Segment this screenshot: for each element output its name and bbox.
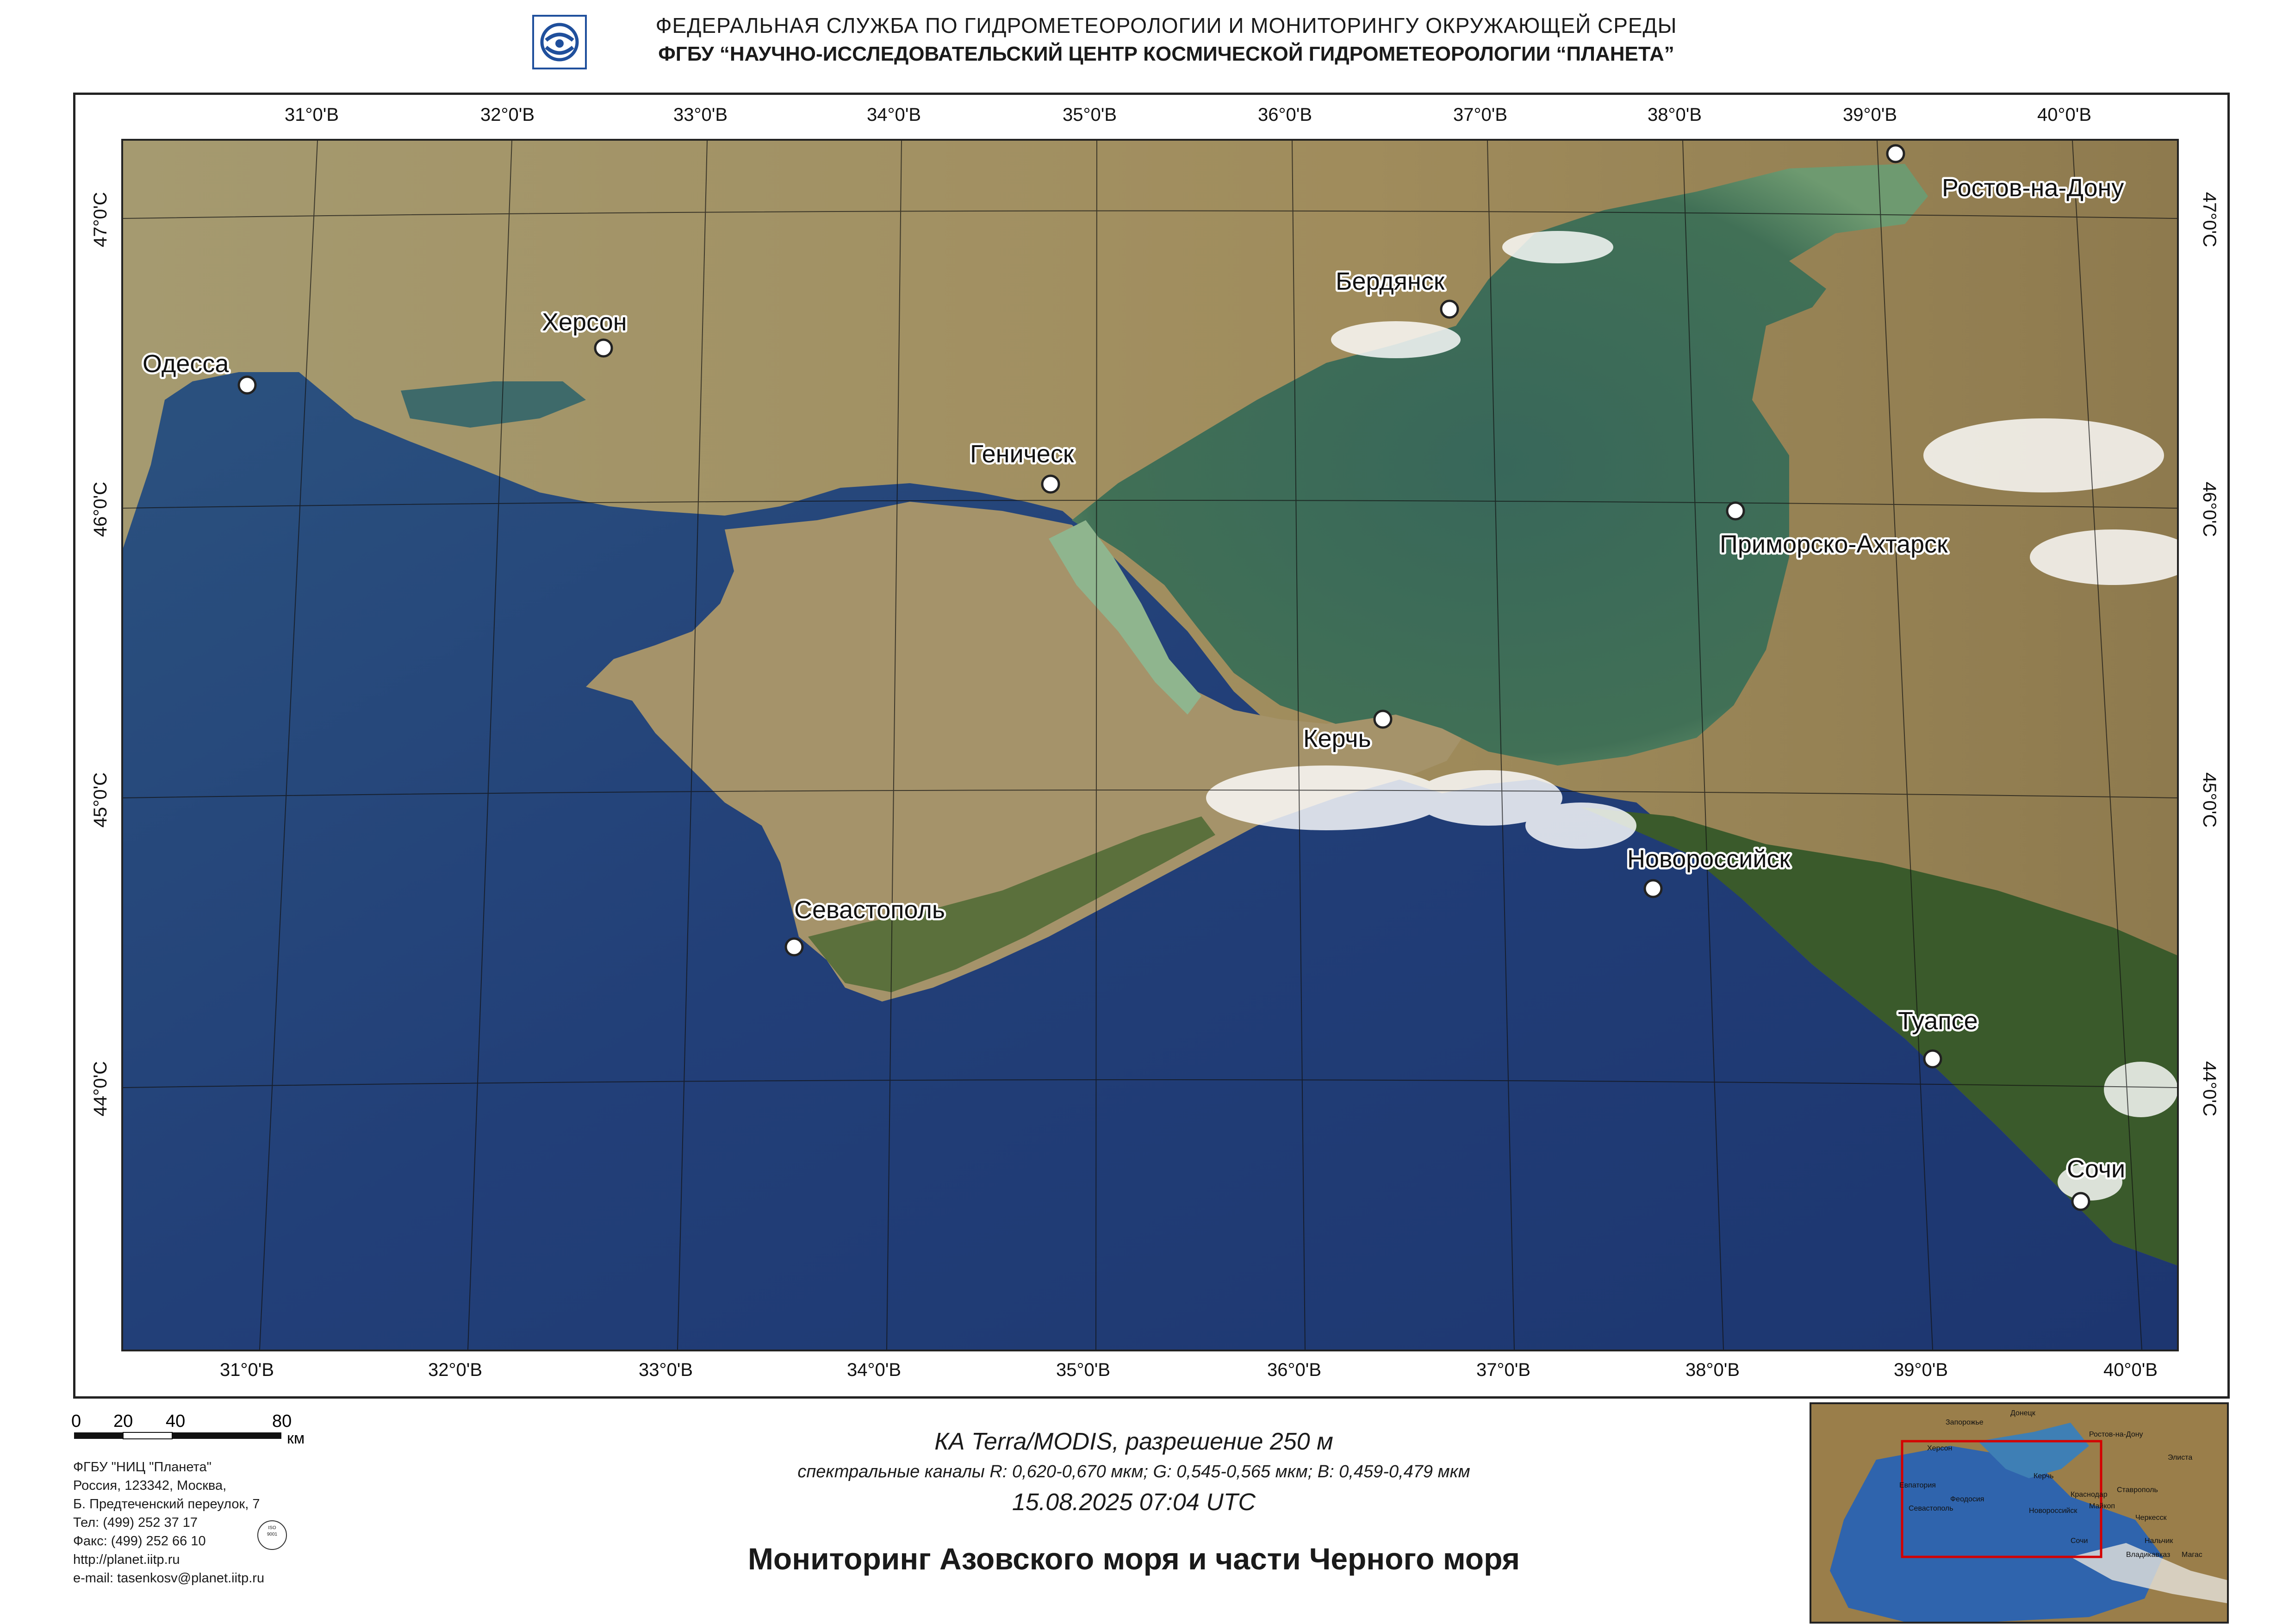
city-marker-sevastopol xyxy=(784,937,804,957)
scale-tick-40: 40 xyxy=(166,1412,185,1431)
address-line: Россия, 123342, Москва, xyxy=(73,1478,227,1493)
city-marker-tuapse xyxy=(1923,1049,1942,1069)
satellite-map-svg: Одесса Херсон Геническ Бердянск Ростов-н… xyxy=(123,141,2177,1350)
city-label-genichesk: Геническ xyxy=(970,440,1074,468)
city-marker-primorsko xyxy=(1726,501,1745,521)
lon-top-label: 32°0'В xyxy=(480,105,535,125)
lon-top-label: 34°0'В xyxy=(867,105,921,125)
header-agency: ФЕДЕРАЛЬНАЯ СЛУЖБА ПО ГИДРОМЕТЕОРОЛОГИИ … xyxy=(655,13,1677,37)
inset-label: Севастополь xyxy=(1909,1505,1953,1512)
inset-label: Элиста xyxy=(2168,1454,2192,1462)
city-marker-berdyansk xyxy=(1440,299,1459,319)
city-label-odessa: Одесса xyxy=(143,350,229,378)
inset-label: Майкоп xyxy=(2089,1502,2115,1510)
inset-label: Новороссийск xyxy=(2029,1507,2077,1515)
address-email[interactable]: e-mail: tasenkosv@planet.iitp.ru xyxy=(73,1569,264,1587)
address-fax: Факс: (499) 252 66 10 xyxy=(73,1534,206,1549)
lon-bottom-label: 34°0'В xyxy=(847,1360,902,1380)
acquisition-datetime: 15.08.2025 07:04 UTC xyxy=(1012,1489,1256,1516)
header: ФЕДЕРАЛЬНАЯ СЛУЖБА ПО ГИДРОМЕТЕОРОЛОГИИ … xyxy=(634,11,1698,68)
lon-top-label: 36°0'В xyxy=(1258,105,1312,125)
scale-tick-0: 0 xyxy=(71,1412,81,1431)
organization-address: ФГБУ "НИЦ "Планета" Россия, 123342, Моск… xyxy=(73,1458,264,1587)
city-marker-kherson xyxy=(594,338,613,358)
inset-label: Феодосия xyxy=(1950,1495,1984,1503)
inset-label: Херсон xyxy=(1927,1444,1952,1452)
city-label-berdyansk: Бердянск xyxy=(1336,268,1445,295)
city-label-novorossiysk: Новороссийск xyxy=(1627,845,1791,873)
lon-bottom-label: 39°0'В xyxy=(1894,1360,1948,1380)
city-label-sevastopol: Севастополь xyxy=(794,896,945,924)
inset-label: Краснодар xyxy=(2071,1491,2108,1499)
inset-label: Сочи xyxy=(2071,1537,2088,1545)
lat-left-label: 47°0'С xyxy=(90,192,111,248)
city-label-rostov: Ростов-на-Дону xyxy=(1942,174,2124,202)
spectral-bands: спектральные каналы R: 0,620-0,670 мкм; … xyxy=(797,1462,1470,1481)
satellite-sensor: КА Terra/MODIS, разрешение 250 м xyxy=(934,1428,1333,1455)
lon-top-label: 35°0'В xyxy=(1063,105,1117,125)
inset-label: Черкесск xyxy=(2135,1514,2167,1522)
scale-tick-80: 80 xyxy=(272,1412,292,1431)
city-marker-rostov xyxy=(1886,144,1905,163)
inset-label: Керчь xyxy=(2034,1472,2053,1480)
city-marker-novorossiysk xyxy=(1643,879,1663,898)
scale-bar: 0 20 40 80 км xyxy=(69,1409,329,1451)
lon-top-label: 33°0'В xyxy=(673,105,728,125)
map-title: Мониторинг Азовского моря и части Черног… xyxy=(747,1542,1520,1576)
inset-label: Ростов-на-Дону xyxy=(2089,1431,2143,1438)
inset-label: Нальчик xyxy=(2145,1537,2173,1545)
lon-bottom-label: 32°0'В xyxy=(428,1360,483,1380)
iso-certification-seal: ISO 9001 xyxy=(257,1520,287,1550)
lon-top-label: 40°0'В xyxy=(2037,105,2092,125)
lat-right-label: 47°0'С xyxy=(2199,192,2220,248)
lon-top-label: 39°0'В xyxy=(1843,105,1897,125)
city-label-kerch: Керчь xyxy=(1303,725,1371,753)
address-org: ФГБУ "НИЦ "Планета" xyxy=(73,1460,211,1475)
lat-left-label: 44°0'С xyxy=(90,1061,111,1117)
address-site[interactable]: http://planet.iitp.ru xyxy=(73,1550,264,1569)
lat-right-label: 45°0'С xyxy=(2199,772,2220,828)
satellite-map: Одесса Херсон Геническ Бердянск Ростов-н… xyxy=(121,139,2179,1351)
city-label-tuapse: Туапсе xyxy=(1898,1007,1978,1035)
lon-bottom-label: 33°0'В xyxy=(639,1360,693,1380)
inset-label: Владикавказ xyxy=(2126,1551,2170,1559)
lon-top-label: 31°0'В xyxy=(285,105,339,125)
inset-label: Магас xyxy=(2182,1551,2202,1559)
inset-label: Донецк xyxy=(2010,1409,2036,1417)
city-label-primorsko: Приморско-Ахтарск xyxy=(1720,530,1948,558)
lat-right-label: 44°0'С xyxy=(2199,1061,2220,1117)
city-marker-kerch xyxy=(1373,709,1393,729)
lon-bottom-label: 38°0'В xyxy=(1685,1360,1740,1380)
inset-label: Ставрополь xyxy=(2117,1486,2158,1494)
city-marker-odessa xyxy=(237,375,257,395)
scale-unit: км xyxy=(287,1430,305,1447)
lon-bottom-label: 37°0'В xyxy=(1476,1360,1531,1380)
inset-label: Евпатория xyxy=(1899,1481,1936,1489)
city-label-kherson: Херсон xyxy=(542,308,627,336)
lon-bottom-label: 35°0'В xyxy=(1056,1360,1111,1380)
header-center: ФГБУ “НАУЧНО-ИССЛЕДОВАТЕЛЬСКИЙ ЦЕНТР КОС… xyxy=(658,43,1674,65)
scale-tick-20: 20 xyxy=(113,1412,133,1431)
city-marker-genichesk xyxy=(1041,474,1060,494)
address-phone: Тел: (499) 252 37 17 xyxy=(73,1515,198,1530)
overview-inset-map: Запорожье Донецк Херсон Ростов-на-Дону Э… xyxy=(1810,1402,2229,1624)
lat-left-label: 46°0'С xyxy=(90,481,111,537)
city-label-sochi: Сочи xyxy=(2067,1155,2125,1183)
inset-label: Запорожье xyxy=(1946,1419,1984,1426)
lon-bottom-label: 31°0'В xyxy=(220,1360,274,1380)
roshydromet-logo xyxy=(532,15,587,69)
city-marker-sochi xyxy=(2071,1192,2090,1211)
lon-bottom-label: 40°0'В xyxy=(2103,1360,2158,1380)
lon-top-label: 38°0'В xyxy=(1648,105,1702,125)
lat-right-label: 46°0'С xyxy=(2199,481,2220,537)
lat-left-label: 45°0'С xyxy=(90,772,111,828)
lon-bottom-label: 36°0'В xyxy=(1267,1360,1322,1380)
lon-top-label: 37°0'В xyxy=(1453,105,1508,125)
address-line: Б. Предтеченский переулок, 7 xyxy=(73,1497,260,1512)
satellite-info: КА Terra/MODIS, разрешение 250 м спектра… xyxy=(532,1425,1735,1519)
